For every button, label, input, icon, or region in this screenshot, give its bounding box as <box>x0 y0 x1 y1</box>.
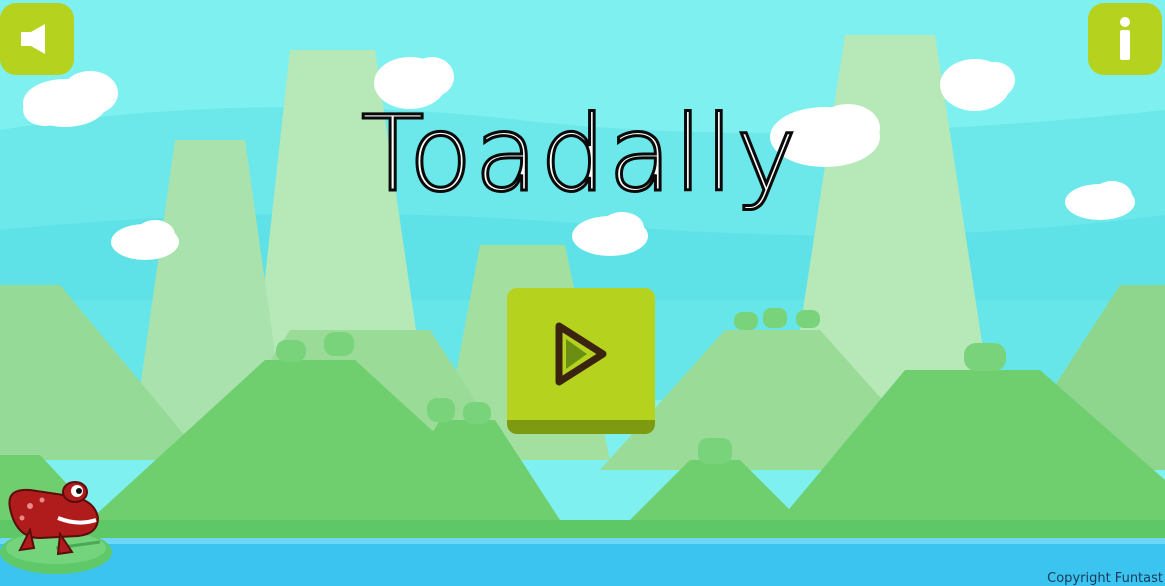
game-stage: Toadally Copyright Funtast <box>0 0 1165 586</box>
speaker-icon <box>21 24 45 54</box>
game-title: Toadally <box>359 92 800 217</box>
water <box>0 538 1165 586</box>
frog-mascot <box>0 481 112 574</box>
sound-toggle-button[interactable] <box>0 3 74 75</box>
play-triangle-icon <box>555 322 607 386</box>
play-button[interactable] <box>507 288 655 434</box>
info-icon <box>1120 17 1130 60</box>
water-highlight <box>0 538 1165 544</box>
copyright-text: Copyright Funtast <box>1047 571 1163 586</box>
play-button-shadow <box>507 420 655 434</box>
info-button[interactable] <box>1088 3 1162 75</box>
play-button-face <box>507 288 655 420</box>
